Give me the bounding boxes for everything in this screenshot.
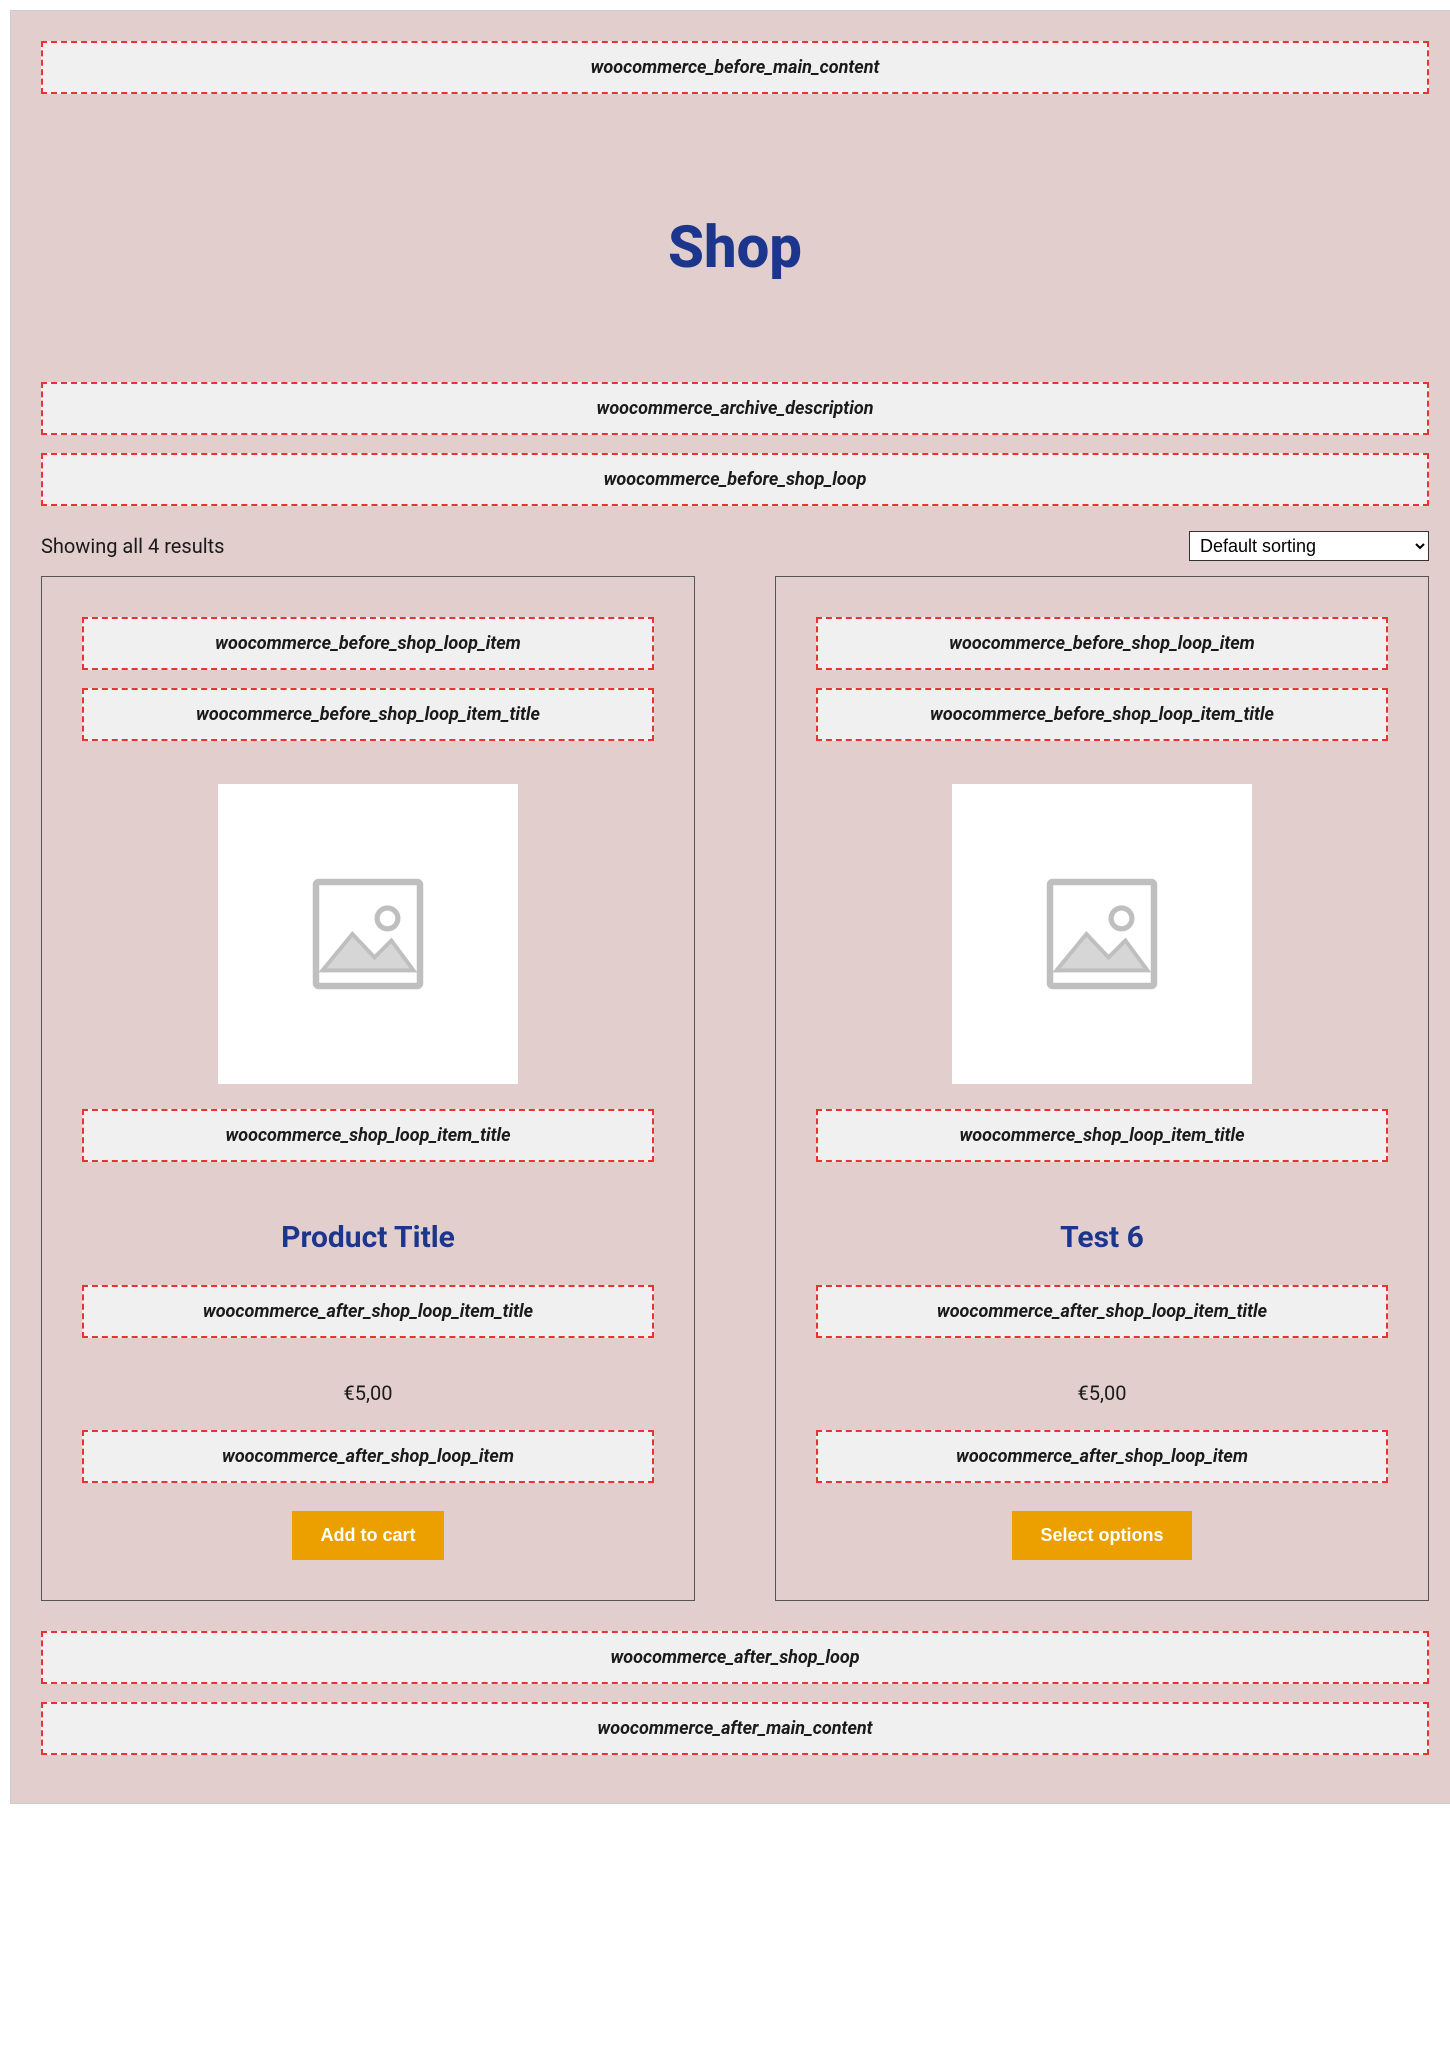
hook-after-main-content: woocommerce_after_main_content [41,1702,1429,1755]
hook-before-shop-loop: woocommerce_before_shop_loop [41,453,1429,506]
hook-before-shop-loop-item-title: woocommerce_before_shop_loop_item_title [82,688,654,741]
shop-archive-page: woocommerce_before_main_content Shop woo… [10,10,1450,1804]
hook-label: woocommerce_before_main_content [591,57,880,78]
hook-before-shop-loop-item: woocommerce_before_shop_loop_item [816,617,1388,670]
hook-after-shop-loop-item-title: woocommerce_after_shop_loop_item_title [82,1285,654,1338]
products-grid: woocommerce_before_shop_loop_item woocom… [41,576,1429,1601]
product-image-placeholder[interactable] [952,784,1252,1084]
hook-shop-loop-item-title: woocommerce_shop_loop_item_title [816,1109,1388,1162]
hook-after-shop-loop-item: woocommerce_after_shop_loop_item [82,1430,654,1483]
hook-after-shop-loop: woocommerce_after_shop_loop [41,1631,1429,1684]
hook-before-shop-loop-item-title: woocommerce_before_shop_loop_item_title [816,688,1388,741]
hook-after-shop-loop-item: woocommerce_after_shop_loop_item [816,1430,1388,1483]
hook-label: woocommerce_after_shop_loop_item_title [203,1301,533,1322]
hook-label: woocommerce_archive_description [597,398,874,419]
page-title: Shop [41,214,1429,282]
hook-before-main-content: woocommerce_before_main_content [41,41,1429,94]
product-image-placeholder[interactable] [218,784,518,1084]
hook-after-shop-loop-item-title: woocommerce_after_shop_loop_item_title [816,1285,1388,1338]
image-placeholder-icon [303,869,433,999]
product-price: €5,00 [1078,1381,1127,1405]
hook-label: woocommerce_after_shop_loop_item [222,1446,514,1467]
product-title[interactable]: Test 6 [1060,1220,1144,1255]
sort-select[interactable]: Default sorting [1189,531,1429,561]
result-count: Showing all 4 results [41,534,224,558]
hook-label: woocommerce_after_shop_loop [610,1647,859,1668]
hook-label: woocommerce_after_shop_loop_item [956,1446,1248,1467]
hook-archive-description: woocommerce_archive_description [41,382,1429,435]
hook-label: woocommerce_after_shop_loop_item_title [937,1301,1267,1322]
product-price: €5,00 [344,1381,393,1405]
hook-before-shop-loop-item: woocommerce_before_shop_loop_item [82,617,654,670]
hook-label: woocommerce_before_shop_loop_item [949,633,1255,654]
hook-label: woocommerce_after_main_content [597,1718,872,1739]
hook-label: woocommerce_shop_loop_item_title [959,1125,1244,1146]
product-card: woocommerce_before_shop_loop_item woocom… [775,576,1429,1601]
select-options-button[interactable]: Select options [1012,1511,1191,1560]
add-to-cart-button[interactable]: Add to cart [292,1511,443,1560]
hook-label: woocommerce_shop_loop_item_title [225,1125,510,1146]
hook-shop-loop-item-title: woocommerce_shop_loop_item_title [82,1109,654,1162]
product-title[interactable]: Product Title [281,1220,455,1255]
product-card: woocommerce_before_shop_loop_item woocom… [41,576,695,1601]
hook-label: woocommerce_before_shop_loop_item [215,633,521,654]
image-placeholder-icon [1037,869,1167,999]
hook-label: woocommerce_before_shop_loop_item_title [930,704,1274,725]
hook-label: woocommerce_before_shop_loop [604,469,867,490]
hook-label: woocommerce_before_shop_loop_item_title [196,704,540,725]
shop-toolbar: Showing all 4 results Default sorting [41,531,1429,561]
